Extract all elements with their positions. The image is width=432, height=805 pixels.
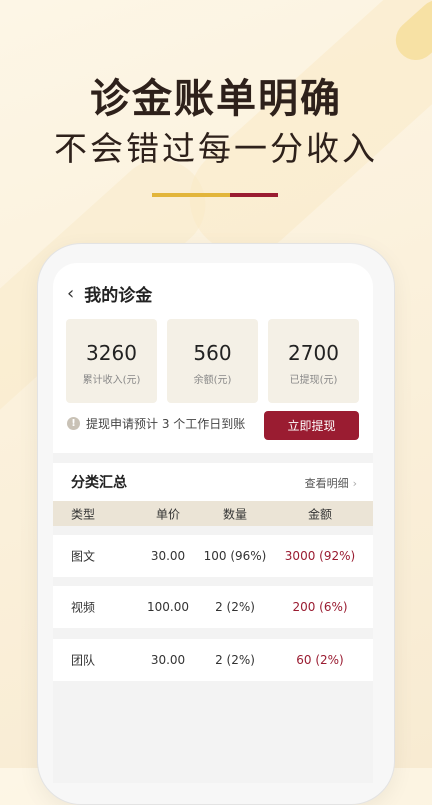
page-title: 我的诊金: [84, 286, 153, 306]
app-screen: ‹ 我的诊金 3260 累计收入(元) 560 余额(元) 2700 已提现(元…: [53, 263, 373, 783]
notice-text: 提现申请预计 3 个工作日到账: [86, 417, 246, 431]
chevron-right-icon: ›: [352, 477, 357, 490]
nav-bar: ‹ 我的诊金: [67, 281, 152, 306]
stat-label: 已提现(元): [289, 375, 338, 386]
section-title: 分类汇总: [71, 475, 127, 491]
cell-amount: 200 (6%): [292, 600, 348, 614]
column-header-type: 类型: [71, 507, 96, 521]
stat-card-balance: 560 余额(元): [167, 319, 258, 403]
stat-card-total-income: 3260 累计收入(元): [66, 319, 157, 403]
table-header: 类型 单价 数量 金额: [53, 501, 373, 526]
cell-amount: 60 (2%): [296, 653, 344, 667]
cell-price: 30.00: [150, 549, 186, 563]
stat-label: 累计收入(元): [82, 375, 141, 386]
stat-value: 560: [193, 341, 232, 365]
withdraw-notice: ! 提现申请预计 3 个工作日到账: [67, 415, 245, 432]
table-row: 图文 30.00 100 (96%) 3000 (92%): [53, 535, 373, 577]
cell-type: 图文: [71, 549, 96, 564]
summary-header: 分类汇总 查看明细 ›: [53, 463, 373, 501]
info-icon: !: [67, 417, 80, 430]
cell-quantity: 2 (2%): [215, 653, 255, 667]
stat-value: 3260: [86, 341, 137, 365]
cell-type: 视频: [71, 600, 96, 615]
withdraw-button[interactable]: 立即提现: [264, 411, 359, 440]
cell-quantity: 100 (96%): [203, 549, 267, 563]
table-row: 视频 100.00 2 (2%) 200 (6%): [53, 586, 373, 628]
cell-price: 100.00: [147, 600, 189, 614]
hero-subtitle: 不会错过每一分收入: [54, 129, 378, 168]
column-header-amount: 金额: [307, 507, 332, 521]
stats-cards: 3260 累计收入(元) 560 余额(元) 2700 已提现(元): [66, 319, 359, 403]
cell-amount: 3000 (92%): [284, 549, 356, 563]
stat-label: 余额(元): [193, 375, 232, 386]
view-details-label: 查看明细: [304, 477, 349, 490]
stat-card-withdrawn: 2700 已提现(元): [268, 319, 359, 403]
cell-price: 30.00: [150, 653, 186, 667]
cell-quantity: 2 (2%): [215, 600, 255, 614]
accent-bar-red: [230, 193, 278, 197]
chevron-left-icon[interactable]: ‹: [67, 284, 74, 303]
stat-value: 2700: [288, 341, 339, 365]
cell-type: 团队: [71, 653, 96, 668]
hero-title: 诊金账单明确: [90, 76, 342, 122]
column-header-price: 单价: [155, 507, 180, 521]
view-details-link[interactable]: 查看明细 ›: [305, 475, 357, 491]
column-header-quantity: 数量: [222, 507, 247, 521]
table-row: 团队 30.00 2 (2%) 60 (2%): [53, 639, 373, 681]
accent-bar-gold: [152, 193, 230, 197]
